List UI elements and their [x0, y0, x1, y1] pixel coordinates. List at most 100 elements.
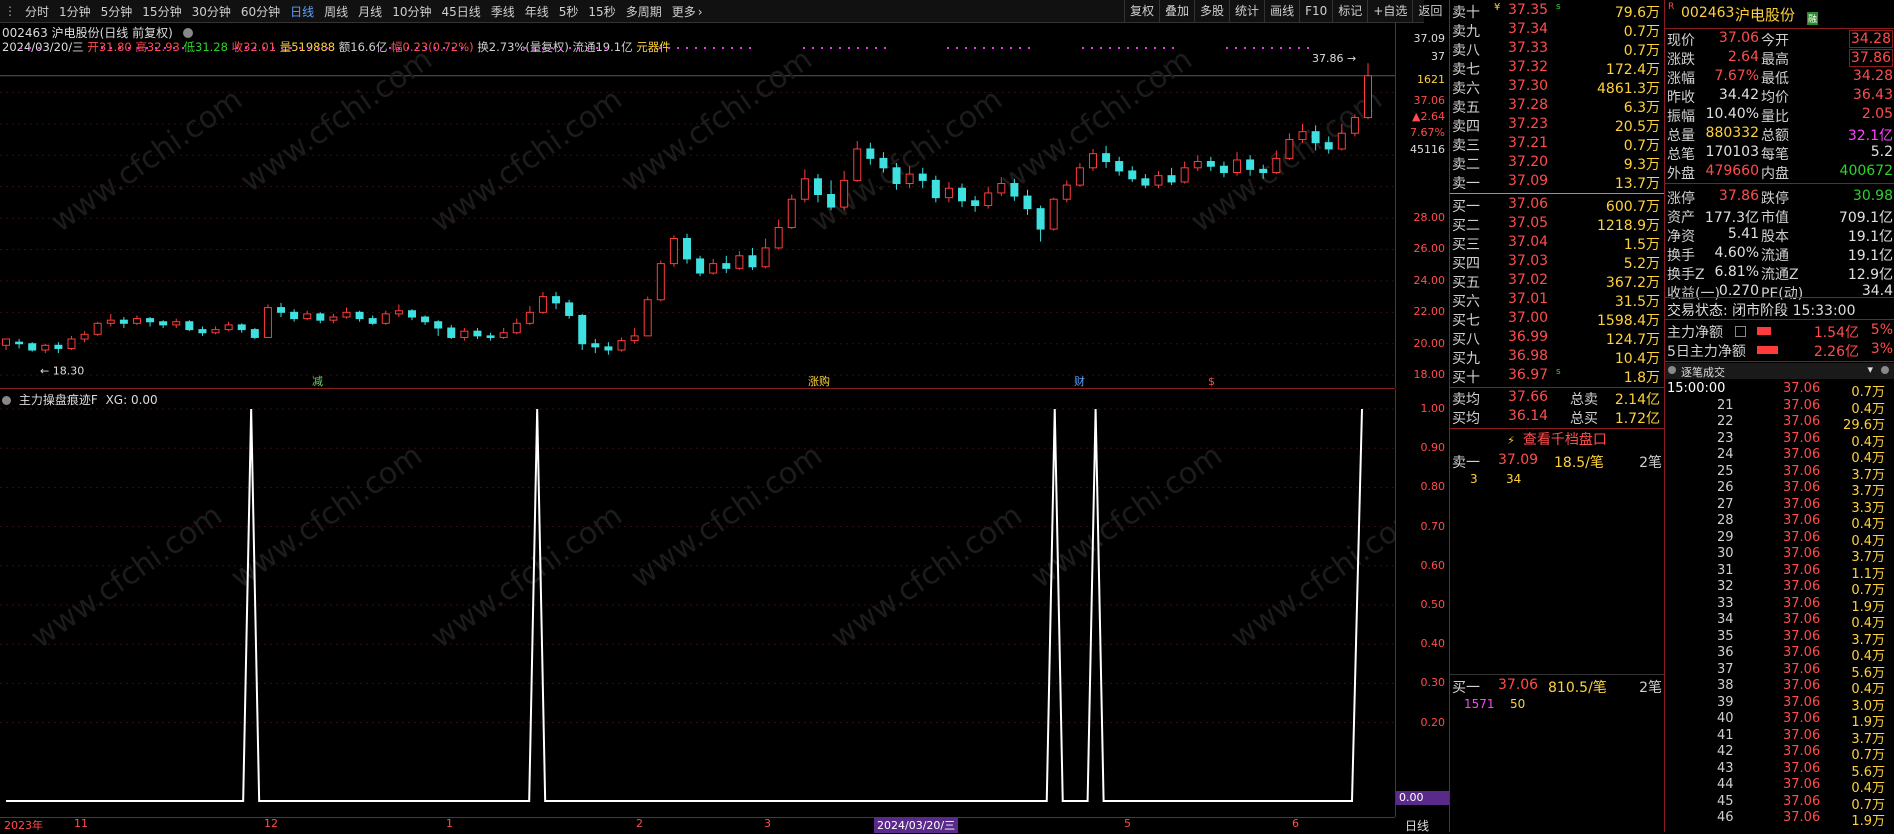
ask-row[interactable]: 卖四 37.23 20.5万	[1450, 116, 1662, 135]
toolbar-btn-6[interactable]: 标记	[1332, 0, 1367, 22]
ask1-queue[interactable]: 卖一 37.09 18.5/笔 2笔 3 34	[1450, 452, 1664, 492]
kline-panel[interactable]: 002463 沪电股份(日线 前复权) 2024/03/20/三 开31.80 …	[0, 23, 1395, 389]
ask-row[interactable]: 卖九 37.34 0.7万	[1450, 21, 1662, 40]
quote-label: 总笔	[1667, 147, 1695, 163]
event-mark[interactable]: $	[1208, 375, 1215, 388]
margin-tag: 融	[1807, 12, 1819, 25]
tick-price: 37.06	[1783, 711, 1821, 726]
period-tab-2[interactable]: 5分钟	[96, 3, 138, 20]
candle	[290, 309, 299, 322]
ask-row[interactable]: 卖十 ¥37.35 s 79.6万	[1450, 2, 1662, 21]
tick-time: 23	[1717, 430, 1734, 446]
ask-row[interactable]: 卖二 37.20 9.3万	[1450, 154, 1662, 173]
period-tab-13[interactable]: 5秒	[554, 3, 584, 20]
period-tab-8[interactable]: 月线	[353, 3, 387, 20]
event-mark[interactable]: 涨购	[808, 374, 830, 388]
indicator-chart[interactable]: www.cfchi.comwww.cfchi.comwww.cfchi.comw…	[0, 389, 1395, 817]
candle	[237, 323, 246, 333]
event-mark[interactable]: 减	[312, 375, 323, 388]
candle	[1115, 156, 1124, 176]
period-tab-16[interactable]: 更多 ›	[667, 3, 708, 20]
bid-row[interactable]: 买三 37.04 1.5万	[1450, 234, 1662, 253]
toolbar-btn-1[interactable]: 叠加	[1159, 0, 1194, 22]
toolbar-btn-3[interactable]: 统计	[1229, 0, 1264, 22]
bid-row[interactable]: 买六 37.01 31.5万	[1450, 291, 1662, 310]
ask-row[interactable]: 卖一 37.09 13.7万	[1450, 173, 1662, 192]
low-price-marker: ← 18.30	[40, 364, 84, 377]
avg-price: 36.14	[1508, 408, 1549, 424]
bid-row[interactable]: 买九 36.98 10.4万	[1450, 348, 1662, 367]
settings-icon[interactable]	[1881, 366, 1889, 374]
tick-time: 37	[1717, 661, 1734, 677]
menu-icon[interactable]: ⋮	[0, 4, 20, 18]
signal-dot	[713, 47, 715, 49]
toolbar-btn-2[interactable]: 多股	[1194, 0, 1229, 22]
tick-row: 30 37.06 3.7万	[1665, 546, 1894, 565]
period-tab-10[interactable]: 45日线	[436, 3, 485, 20]
axis-label: 0.80	[1420, 480, 1446, 494]
period-tab-14[interactable]: 15秒	[583, 3, 620, 20]
ask-row[interactable]: 卖六 37.30 4861.3万	[1450, 78, 1662, 97]
bid-row[interactable]: 买五 37.02 367.2万	[1450, 272, 1662, 291]
signal-dot	[587, 47, 589, 49]
period-tab-1[interactable]: 1分钟	[54, 3, 96, 20]
period-tab-6[interactable]: 日线	[285, 3, 319, 20]
signal-dot	[1244, 47, 1246, 49]
avg-label: 买均	[1452, 411, 1480, 427]
period-tab-7[interactable]: 周线	[319, 3, 353, 20]
x-axis-label: 1	[446, 817, 453, 830]
candle	[578, 313, 587, 351]
tick-time: 34	[1717, 612, 1734, 627]
period-label[interactable]: 日线	[1405, 817, 1429, 834]
candle	[866, 142, 875, 165]
qiandang-button[interactable]: ⚡ 查看千档盘口	[1450, 429, 1664, 449]
toolbar-btn-8[interactable]: 返回	[1412, 0, 1447, 22]
dropdown-icon[interactable]: ▾	[1867, 363, 1873, 376]
event-mark[interactable]: 财	[1074, 374, 1085, 388]
bid-row[interactable]: 买七 37.00 1598.4万	[1450, 310, 1662, 329]
ask-row[interactable]: 卖三 37.21 0.7万	[1450, 135, 1662, 154]
quote-label: 涨跌	[1667, 52, 1695, 68]
signal-dot	[830, 47, 832, 49]
signal-dot	[1289, 47, 1291, 49]
bid-row[interactable]: 买二 37.05 1218.9万	[1450, 215, 1662, 234]
period-tab-4[interactable]: 30分钟	[187, 3, 236, 20]
settings-icon[interactable]	[1668, 366, 1676, 374]
signal-dot	[1136, 47, 1138, 49]
ask1-label: 卖一	[1452, 455, 1480, 471]
detail-icon[interactable]	[1735, 326, 1746, 337]
signal-dot	[29, 47, 31, 49]
ask-row[interactable]: 卖八 37.33 0.7万	[1450, 40, 1662, 59]
bid-volume: 600.7万	[1605, 199, 1660, 215]
signal-dot	[677, 47, 679, 49]
bid1-queue[interactable]: 买一 37.06 810.5/笔 2笔 1571 50	[1450, 674, 1664, 717]
ask1-queue-2: 34	[1506, 472, 1522, 486]
ask-row[interactable]: 卖七 37.32 172.4万	[1450, 59, 1662, 78]
signal-dot	[812, 47, 814, 49]
toolbar-btn-7[interactable]: +自选	[1367, 0, 1412, 22]
period-tab-0[interactable]: 分时	[20, 3, 54, 20]
period-tab-5[interactable]: 60分钟	[236, 3, 285, 20]
period-tab-3[interactable]: 15分钟	[137, 3, 186, 20]
period-tab-12[interactable]: 年线	[520, 3, 554, 20]
signal-dot	[245, 47, 247, 49]
period-tab-11[interactable]: 季线	[486, 3, 520, 20]
bid-row[interactable]: 买十 36.97 s 1.8万	[1450, 367, 1662, 386]
axis-label: 1.00	[1420, 402, 1446, 415]
period-tab-9[interactable]: 10分钟	[387, 3, 436, 20]
signal-dot	[605, 47, 607, 49]
bid-row[interactable]: 买八 36.99 124.7万	[1450, 329, 1662, 348]
indicator-panel[interactable]: 主力操盘痕迹F XG: 0.00 www.cfchi.com www.cfchi.…	[0, 389, 1395, 818]
candle	[1167, 167, 1176, 186]
toolbar-btn-4[interactable]: 画线	[1264, 0, 1299, 22]
bid-row[interactable]: 买一 37.06 600.7万	[1450, 196, 1662, 215]
toolbar-btn-0[interactable]: 复权	[1124, 0, 1159, 22]
ask-row[interactable]: 卖五 37.28 6.3万	[1450, 97, 1662, 116]
signal-dot	[1307, 47, 1309, 49]
tick-row: 35 37.06 3.7万	[1665, 629, 1894, 648]
bid-row[interactable]: 买四 37.03 5.2万	[1450, 253, 1662, 272]
kline-chart[interactable]: www.cfchi.comwww.cfchi.comwww.cfchi.comw…	[0, 23, 1395, 388]
period-tab-15[interactable]: 多周期	[621, 3, 667, 20]
toolbar-btn-5[interactable]: F10	[1299, 0, 1332, 22]
candle	[1219, 161, 1228, 178]
